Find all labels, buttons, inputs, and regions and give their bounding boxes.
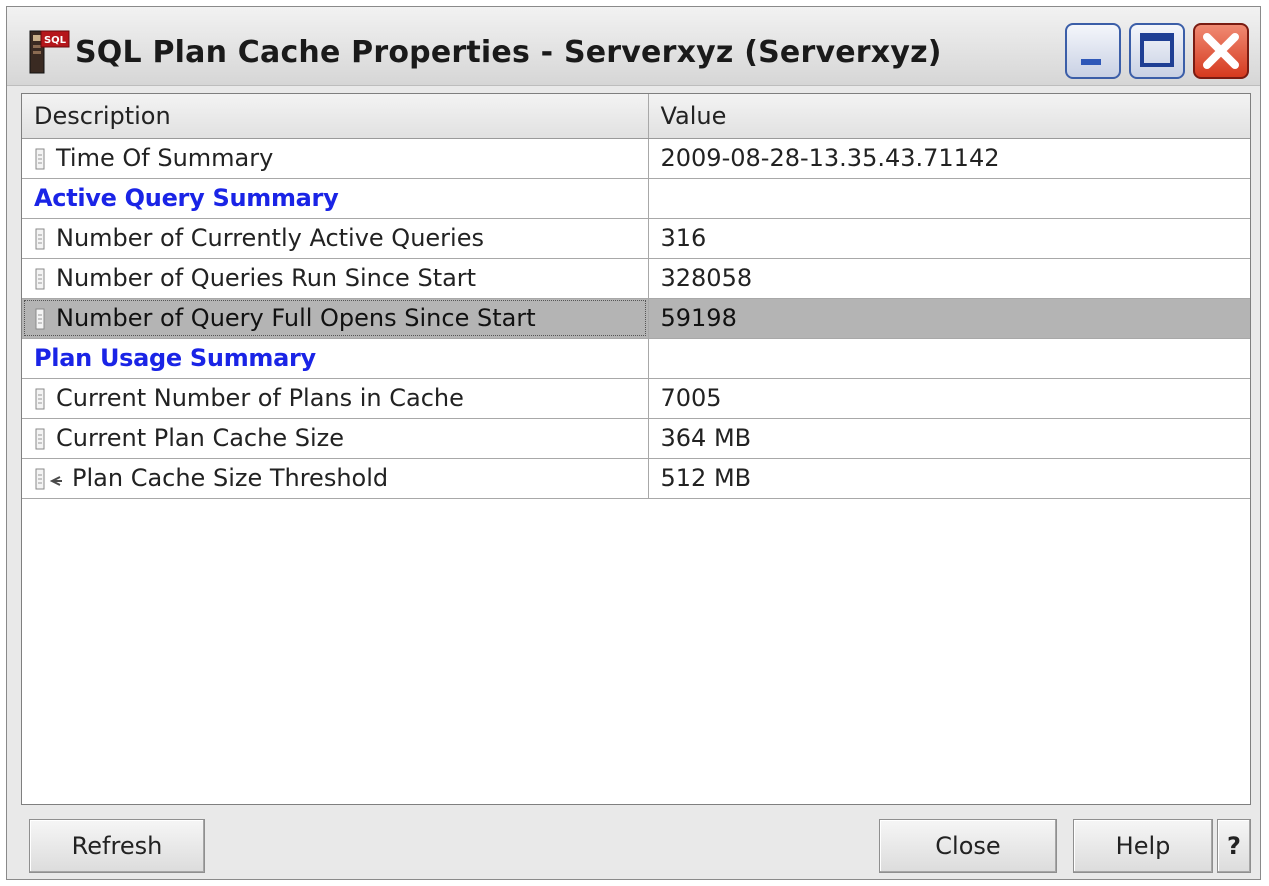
row-description-label: Number of Query Full Opens Since Start [56, 304, 536, 332]
row-description-label: Number of Currently Active Queries [56, 224, 484, 252]
property-icon [35, 268, 45, 290]
minimize-icon [1081, 59, 1101, 65]
row-value-cell [648, 178, 1250, 219]
property-icon [35, 308, 45, 330]
context-help-button[interactable]: ? [1217, 819, 1251, 873]
title-bar[interactable]: SQL SQL Plan Cache Properties - Serverxy… [7, 7, 1260, 86]
row-description-cell: Current Number of Plans in Cache [22, 378, 649, 419]
row-description-label: Plan Cache Size Threshold [72, 464, 389, 492]
table-row[interactable]: Number of Currently Active Queries 316 [22, 218, 1250, 259]
row-value-cell [648, 338, 1250, 379]
table-row[interactable]: Current Plan Cache Size 364 MB [22, 418, 1250, 459]
table-row[interactable]: Plan Cache Size Threshold 512 MB [22, 458, 1250, 499]
row-description-label: Time Of Summary [56, 144, 274, 172]
row-description-label: Active Query Summary [34, 184, 339, 212]
row-description-cell: Current Plan Cache Size [22, 418, 649, 459]
row-description-cell: Number of Queries Run Since Start [22, 258, 649, 299]
row-value-cell: 7005 [648, 378, 1250, 419]
close-button[interactable]: Close [879, 819, 1057, 873]
column-header-description[interactable]: Description [22, 94, 649, 139]
row-description-cell: Active Query Summary [22, 178, 649, 219]
row-description-label: Number of Queries Run Since Start [56, 264, 477, 292]
row-value-cell: 328058 [648, 258, 1250, 299]
properties-table-container[interactable]: Description Value Time Of Summary 2009-08… [21, 93, 1251, 805]
row-description-cell: Number of Query Full Opens Since Start [22, 298, 649, 339]
row-description-label: Plan Usage Summary [34, 344, 316, 372]
row-description-cell: Plan Usage Summary [22, 338, 649, 379]
row-value-cell: 316 [648, 218, 1250, 259]
row-value-cell: 512 MB [648, 458, 1250, 499]
row-value-cell: 364 MB [648, 418, 1250, 459]
row-description-cell: Number of Currently Active Queries [22, 218, 649, 259]
row-value-cell: 59198 [648, 298, 1250, 339]
table-body: Time Of Summary 2009-08-28-13.35.43.71142… [22, 138, 1250, 499]
property-icon [35, 428, 45, 450]
editable-property-icon [35, 468, 62, 490]
property-icon [35, 228, 45, 250]
table-header-row: Description Value [22, 94, 1250, 139]
close-icon [1203, 33, 1239, 69]
row-description-cell: Time Of Summary [22, 138, 649, 179]
window-title: SQL Plan Cache Properties - Serverxyz (S… [75, 35, 942, 70]
minimize-button[interactable] [1065, 23, 1121, 79]
table-section-row[interactable]: Active Query Summary [22, 178, 1250, 219]
table-section-row[interactable]: Plan Usage Summary [22, 338, 1250, 379]
maximize-icon [1140, 33, 1174, 67]
property-icon [35, 148, 45, 170]
app-icon-label: SQL [44, 35, 67, 46]
row-value-cell: 2009-08-28-13.35.43.71142 [648, 138, 1250, 179]
properties-window: SQL SQL Plan Cache Properties - Serverxy… [6, 6, 1261, 880]
table-row[interactable]: Number of Queries Run Since Start 328058 [22, 258, 1250, 299]
close-window-button[interactable] [1193, 23, 1249, 79]
property-icon [35, 388, 45, 410]
table-row[interactable]: Time Of Summary 2009-08-28-13.35.43.71142 [22, 138, 1250, 179]
table-row[interactable]: Number of Query Full Opens Since Start 59… [22, 298, 1250, 339]
sql-app-icon: SQL [29, 30, 70, 74]
help-button[interactable]: Help [1073, 819, 1213, 873]
row-description-label: Current Number of Plans in Cache [56, 384, 464, 412]
row-description-cell: Plan Cache Size Threshold [22, 458, 649, 499]
properties-table: Description Value Time Of Summary 2009-08… [22, 94, 1250, 499]
refresh-button[interactable]: Refresh [29, 819, 205, 873]
column-header-value[interactable]: Value [648, 94, 1250, 139]
maximize-button[interactable] [1129, 23, 1185, 79]
table-row[interactable]: Current Number of Plans in Cache 7005 [22, 378, 1250, 419]
row-description-label: Current Plan Cache Size [56, 424, 344, 452]
